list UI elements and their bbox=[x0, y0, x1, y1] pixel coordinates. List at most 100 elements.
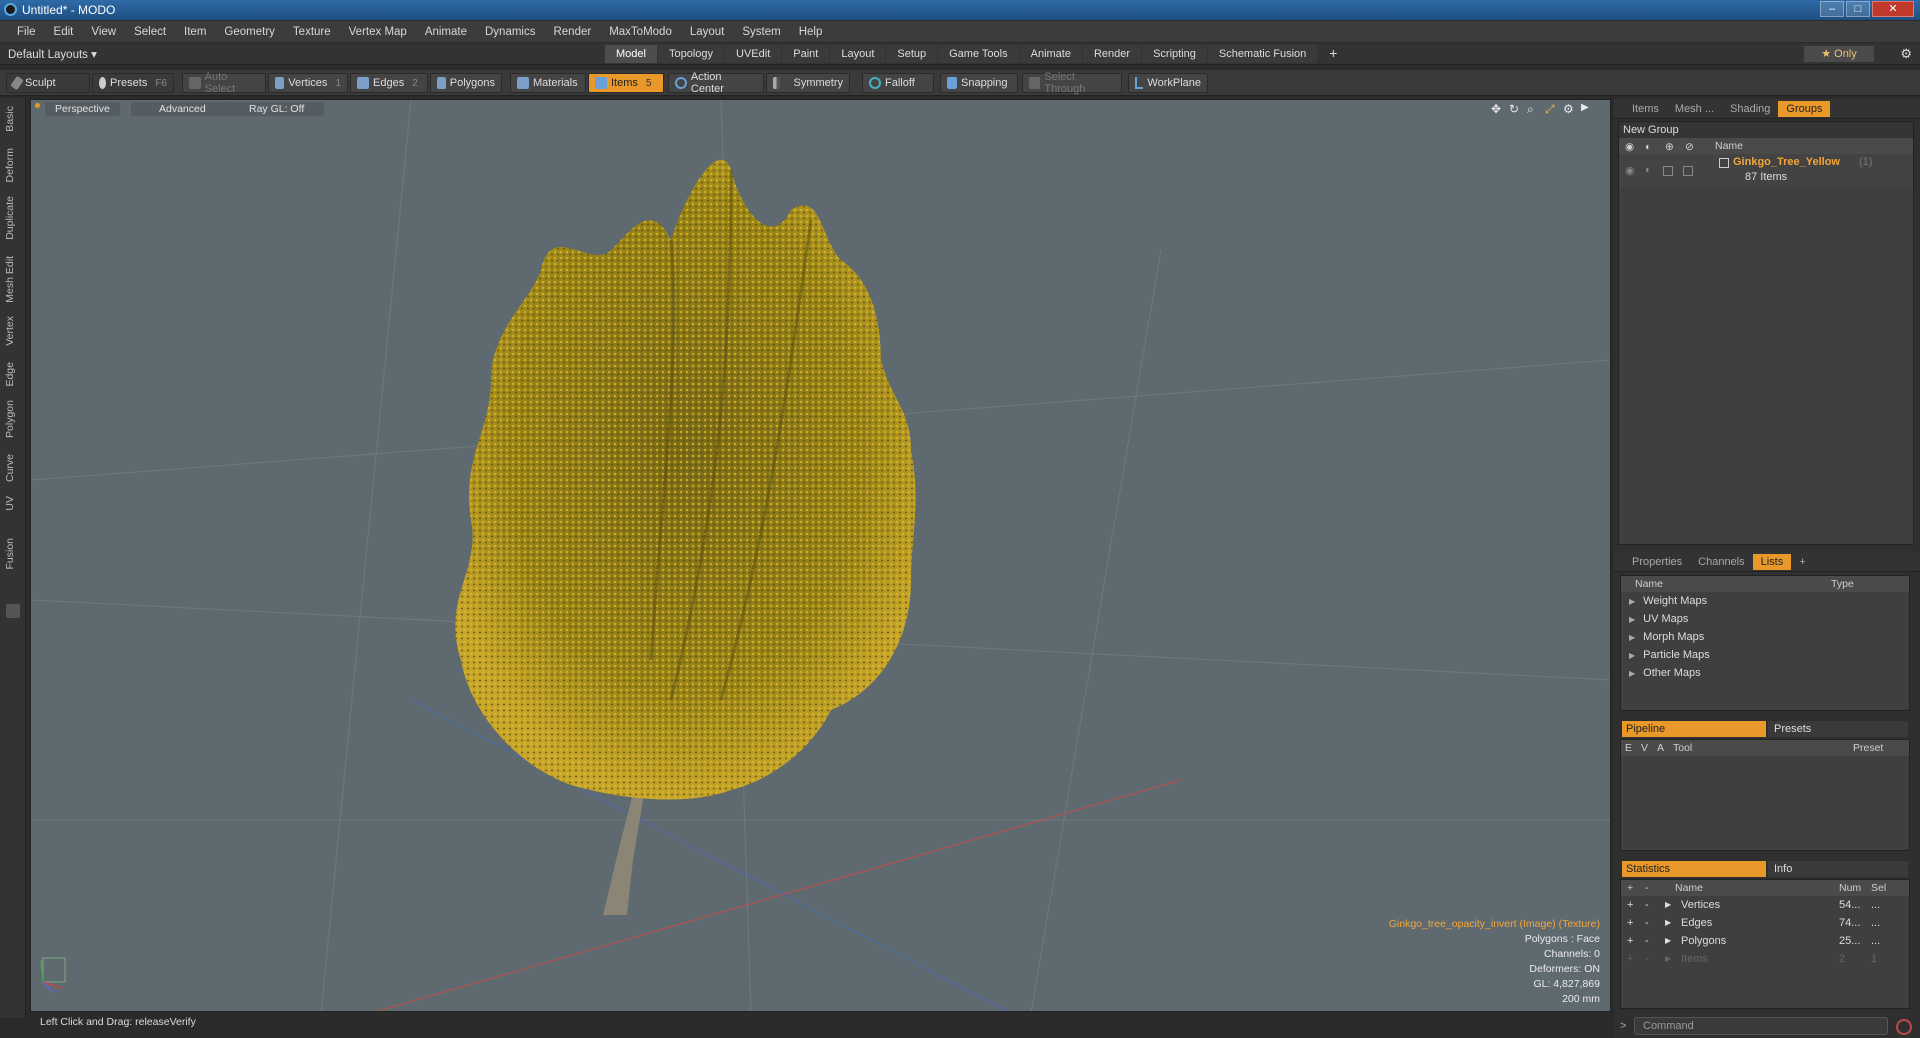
shading-advanced-dropdown[interactable]: Advanced bbox=[131, 102, 234, 116]
zoom-view-icon[interactable]: ⌕ bbox=[1527, 102, 1534, 117]
menu-geometry[interactable]: Geometry bbox=[215, 26, 284, 38]
tab-render[interactable]: Render bbox=[1082, 45, 1142, 63]
3d-viewport[interactable]: Perspective Advanced Ray GL: Off ✥ ↻ ⌕ ⤢… bbox=[30, 99, 1611, 1012]
command-input[interactable]: Command bbox=[1634, 1017, 1888, 1035]
raygl-toggle[interactable]: Ray GL: Off bbox=[229, 102, 325, 116]
tab-mesh-edit[interactable]: Mesh Edit bbox=[4, 256, 16, 303]
polygons-button[interactable]: Polygons bbox=[430, 73, 502, 93]
workplane-button[interactable]: WorkPlane bbox=[1128, 73, 1208, 93]
select-through-button[interactable]: Select Through bbox=[1022, 71, 1122, 95]
menu-texture[interactable]: Texture bbox=[284, 26, 340, 38]
menu-maxtomodo[interactable]: MaxToModo bbox=[600, 26, 681, 38]
add-panel-tab[interactable]: + bbox=[1791, 554, 1813, 570]
tab-shading[interactable]: Shading bbox=[1722, 101, 1778, 117]
rotate-view-icon[interactable]: ↻ bbox=[1509, 102, 1519, 116]
tab-mesh[interactable]: Mesh ... bbox=[1667, 101, 1722, 117]
sculpt-button[interactable]: Sculpt bbox=[6, 73, 90, 93]
action-center-button[interactable]: Action Center bbox=[668, 71, 764, 95]
new-group-button[interactable]: New Group bbox=[1619, 122, 1913, 138]
tab-uv[interactable]: UV bbox=[4, 496, 16, 511]
menu-render[interactable]: Render bbox=[544, 26, 600, 38]
menu-item[interactable]: Item bbox=[175, 26, 215, 38]
expand-arrow-icon[interactable]: ▶ bbox=[1665, 896, 1671, 914]
falloff-button[interactable]: Falloff bbox=[862, 73, 934, 93]
tab-edge[interactable]: Edge bbox=[4, 362, 16, 387]
tab-polygon[interactable]: Polygon bbox=[4, 400, 16, 438]
tab-model[interactable]: Model bbox=[605, 45, 657, 63]
group-select-checkbox[interactable] bbox=[1663, 166, 1673, 176]
vertices-button[interactable]: Vertices 1 bbox=[268, 73, 348, 93]
table-row[interactable]: + - ▶ Vertices 54... ... bbox=[1621, 896, 1909, 914]
table-row[interactable]: + - ▶ Edges 74... ... bbox=[1621, 914, 1909, 932]
menu-layout[interactable]: Layout bbox=[681, 26, 734, 38]
materials-button[interactable]: Materials bbox=[510, 73, 586, 93]
list-item[interactable]: ▶ Particle Maps bbox=[1621, 646, 1909, 664]
tab-topology[interactable]: Topology bbox=[657, 45, 725, 63]
add-button[interactable]: + bbox=[1627, 932, 1633, 950]
list-item[interactable]: ▶ Morph Maps bbox=[1621, 628, 1909, 646]
group-render-icon[interactable]: ◐ bbox=[1645, 164, 1652, 176]
expand-arrow-icon[interactable]: ▶ bbox=[1665, 950, 1671, 968]
tab-schematic-fusion[interactable]: Schematic Fusion bbox=[1207, 45, 1318, 63]
viewport-expand-icon[interactable]: ▶ bbox=[1581, 102, 1589, 113]
remove-button[interactable]: - bbox=[1645, 950, 1649, 968]
snapping-button[interactable]: Snapping bbox=[940, 73, 1018, 93]
list-item[interactable]: ▶ Weight Maps bbox=[1621, 592, 1909, 610]
tab-layout[interactable]: Layout bbox=[830, 45, 886, 63]
expand-toggle[interactable] bbox=[6, 604, 20, 618]
menu-edit[interactable]: Edit bbox=[45, 26, 83, 38]
layout-selector[interactable]: Default Layouts ▾ bbox=[8, 47, 97, 61]
remove-button[interactable]: - bbox=[1645, 914, 1649, 932]
tab-properties[interactable]: Properties bbox=[1624, 554, 1690, 570]
group-name[interactable]: Ginkgo_Tree_Yellow bbox=[1733, 156, 1840, 168]
presets-button[interactable]: Presets F6 bbox=[92, 73, 174, 93]
add-tab-button[interactable]: + bbox=[1318, 45, 1348, 63]
gear-icon[interactable]: ⚙ bbox=[1900, 46, 1912, 62]
expand-arrow-icon[interactable]: ▶ bbox=[1665, 914, 1671, 932]
remove-button[interactable]: - bbox=[1645, 896, 1649, 914]
tab-setup[interactable]: Setup bbox=[886, 45, 938, 63]
fit-view-icon[interactable]: ⤢ bbox=[1545, 102, 1555, 117]
close-button[interactable]: ✕ bbox=[1872, 1, 1914, 17]
menu-help[interactable]: Help bbox=[790, 26, 832, 38]
edges-button[interactable]: Edges 2 bbox=[350, 73, 428, 93]
menu-file[interactable]: File bbox=[8, 26, 45, 38]
tab-deform[interactable]: Deform bbox=[4, 148, 16, 182]
tab-game-tools[interactable]: Game Tools bbox=[938, 45, 1019, 63]
menu-view[interactable]: View bbox=[82, 26, 125, 38]
tab-curve[interactable]: Curve bbox=[4, 454, 16, 482]
menu-dynamics[interactable]: Dynamics bbox=[476, 26, 544, 38]
menu-animate[interactable]: Animate bbox=[416, 26, 476, 38]
tab-animate[interactable]: Animate bbox=[1019, 45, 1082, 63]
viewport-gear-icon[interactable]: ⚙ bbox=[1563, 102, 1574, 116]
add-button[interactable]: + bbox=[1627, 950, 1633, 968]
menu-vertex-map[interactable]: Vertex Map bbox=[340, 26, 416, 38]
menu-system[interactable]: System bbox=[733, 26, 789, 38]
tab-uvedit[interactable]: UVEdit bbox=[725, 45, 782, 63]
remove-button[interactable]: - bbox=[1645, 932, 1649, 950]
tab-statistics[interactable]: Statistics bbox=[1622, 861, 1766, 877]
record-icon[interactable] bbox=[1896, 1019, 1912, 1035]
tab-pipeline[interactable]: Pipeline bbox=[1622, 721, 1766, 737]
minimize-button[interactable]: ‒ bbox=[1820, 1, 1844, 17]
maximize-button[interactable]: □ bbox=[1846, 1, 1870, 17]
group-visibility-icon[interactable]: ◉ bbox=[1625, 164, 1635, 177]
add-button[interactable]: + bbox=[1627, 896, 1633, 914]
list-item[interactable]: ▶ Other Maps bbox=[1621, 664, 1909, 682]
tab-vertex[interactable]: Vertex bbox=[4, 316, 16, 346]
tab-items[interactable]: Items bbox=[1624, 101, 1667, 117]
expand-arrow-icon[interactable]: ▶ bbox=[1665, 932, 1671, 950]
tab-info[interactable]: Info bbox=[1768, 861, 1908, 877]
auto-select-button[interactable]: Auto Select bbox=[182, 71, 266, 95]
tab-lists[interactable]: Lists bbox=[1752, 553, 1792, 570]
tab-duplicate[interactable]: Duplicate bbox=[4, 196, 16, 240]
tab-paint[interactable]: Paint bbox=[782, 45, 830, 63]
tab-presets[interactable]: Presets bbox=[1768, 721, 1908, 737]
group-lock-checkbox[interactable] bbox=[1683, 166, 1693, 176]
menu-select[interactable]: Select bbox=[125, 26, 175, 38]
only-button[interactable]: ★ Only bbox=[1804, 46, 1874, 62]
move-view-icon[interactable]: ✥ bbox=[1491, 102, 1501, 116]
tab-groups[interactable]: Groups bbox=[1778, 100, 1831, 117]
symmetry-button[interactable]: Symmetry bbox=[766, 73, 850, 93]
group-row[interactable]: ◉ ◐ Ginkgo_Tree_Yellow (1) 87 Items bbox=[1619, 154, 1913, 188]
